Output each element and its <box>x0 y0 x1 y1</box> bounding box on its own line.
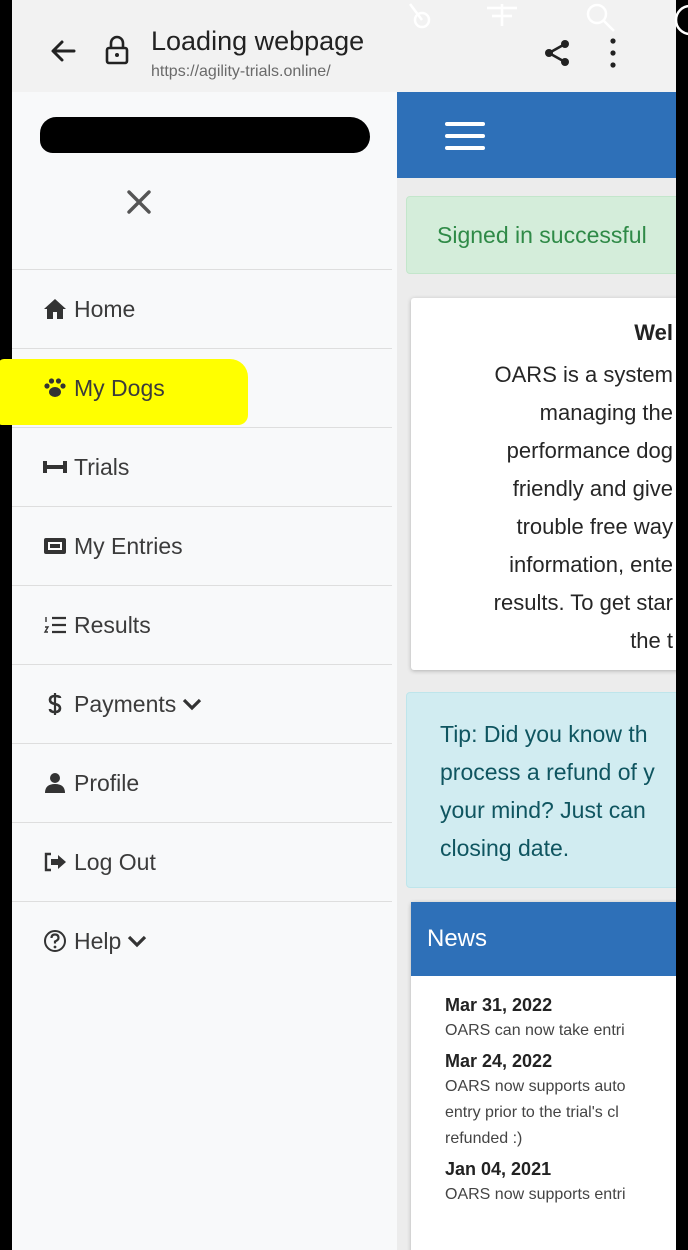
main-content: Signed in successful Wel OARS is a syste… <box>397 92 676 1250</box>
page-url[interactable]: https://agility-trials.online/ <box>151 63 331 81</box>
more-vertical-icon[interactable] <box>608 36 618 70</box>
sidebar-item-results[interactable]: Results <box>12 585 392 664</box>
news-text: OARS can now take entri <box>445 1022 625 1039</box>
close-icon[interactable] <box>125 188 153 216</box>
sidebar-item-label: Results <box>74 611 151 638</box>
sidebar-item-label: My Entries <box>74 532 183 559</box>
share-icon[interactable] <box>542 38 572 68</box>
sidebar-item-my-dogs[interactable]: My Dogs <box>0 348 392 427</box>
back-arrow-icon[interactable] <box>48 36 78 66</box>
drawer-menu: Home My Dogs Trials My Entries Results P… <box>0 269 392 980</box>
sidebar-item-profile[interactable]: Profile <box>12 743 392 822</box>
sidebar-item-label: Help <box>74 927 122 954</box>
sidebar-item-log-out[interactable]: Log Out <box>12 822 392 901</box>
chevron-down-icon <box>127 934 147 948</box>
news-text: OARS now supports auto <box>445 1078 626 1095</box>
sidebar-item-payments[interactable]: Payments <box>12 664 392 743</box>
sidebar-item-home[interactable]: Home <box>12 269 392 348</box>
news-text: entry prior to the trial's cl <box>445 1104 619 1121</box>
news-list: Mar 31, 2022 OARS can now take entri Mar… <box>445 988 676 1208</box>
bone-icon <box>42 455 68 479</box>
hamburger-menu-icon[interactable] <box>445 122 485 152</box>
chevron-down-icon <box>182 697 202 711</box>
top-navbar <box>397 92 676 178</box>
frame-left-border <box>0 0 12 1250</box>
news-header: News <box>411 902 676 976</box>
sidebar-item-help[interactable]: Help <box>12 901 392 980</box>
redacted-username <box>40 117 370 153</box>
question-circle-icon <box>42 929 68 953</box>
news-date: Mar 24, 2022 <box>445 1051 553 1071</box>
page-loading-title: Loading webpage <box>151 26 365 56</box>
sidebar-item-trials[interactable]: Trials <box>12 427 392 506</box>
signin-success-alert: Signed in successful <box>406 196 676 274</box>
lock-icon[interactable] <box>104 34 130 66</box>
ticket-icon <box>42 534 68 558</box>
news-date: Mar 31, 2022 <box>445 995 553 1015</box>
sidebar-item-my-entries[interactable]: My Entries <box>12 506 392 585</box>
browser-top-bar: Loading webpage https://agility-trials.o… <box>12 0 688 93</box>
screen-overlay-icons <box>409 3 688 36</box>
sidebar-item-label: Home <box>74 295 136 322</box>
frame-right-border <box>676 0 688 1250</box>
sidebar-item-label: Profile <box>74 769 140 796</box>
news-date: Jan 04, 2021 <box>445 1159 552 1179</box>
welcome-title: Wel <box>634 320 673 345</box>
news-text: refunded :) <box>445 1130 523 1147</box>
sidebar-item-label: Payments <box>74 690 177 717</box>
list-ol-icon <box>42 613 68 637</box>
news-card: News Mar 31, 2022 OARS can now take entr… <box>411 902 676 1250</box>
sidebar-item-label: My Dogs <box>74 374 165 401</box>
welcome-text: OARS is a system managing the performanc… <box>493 362 673 653</box>
sidebar-item-label: Trials <box>74 453 130 480</box>
tip-alert: Tip: Did you know th process a refund of… <box>406 692 676 888</box>
news-text: OARS now supports entri <box>445 1186 626 1203</box>
dollar-icon <box>42 692 68 716</box>
sign-out-icon <box>42 850 68 874</box>
side-drawer: Home My Dogs Trials My Entries Results P… <box>0 92 398 1250</box>
home-icon <box>42 297 68 321</box>
paw-icon <box>42 376 68 400</box>
welcome-card: Wel OARS is a system managing the perfor… <box>411 298 676 670</box>
user-icon <box>42 771 68 795</box>
sidebar-item-label: Log Out <box>74 848 156 875</box>
